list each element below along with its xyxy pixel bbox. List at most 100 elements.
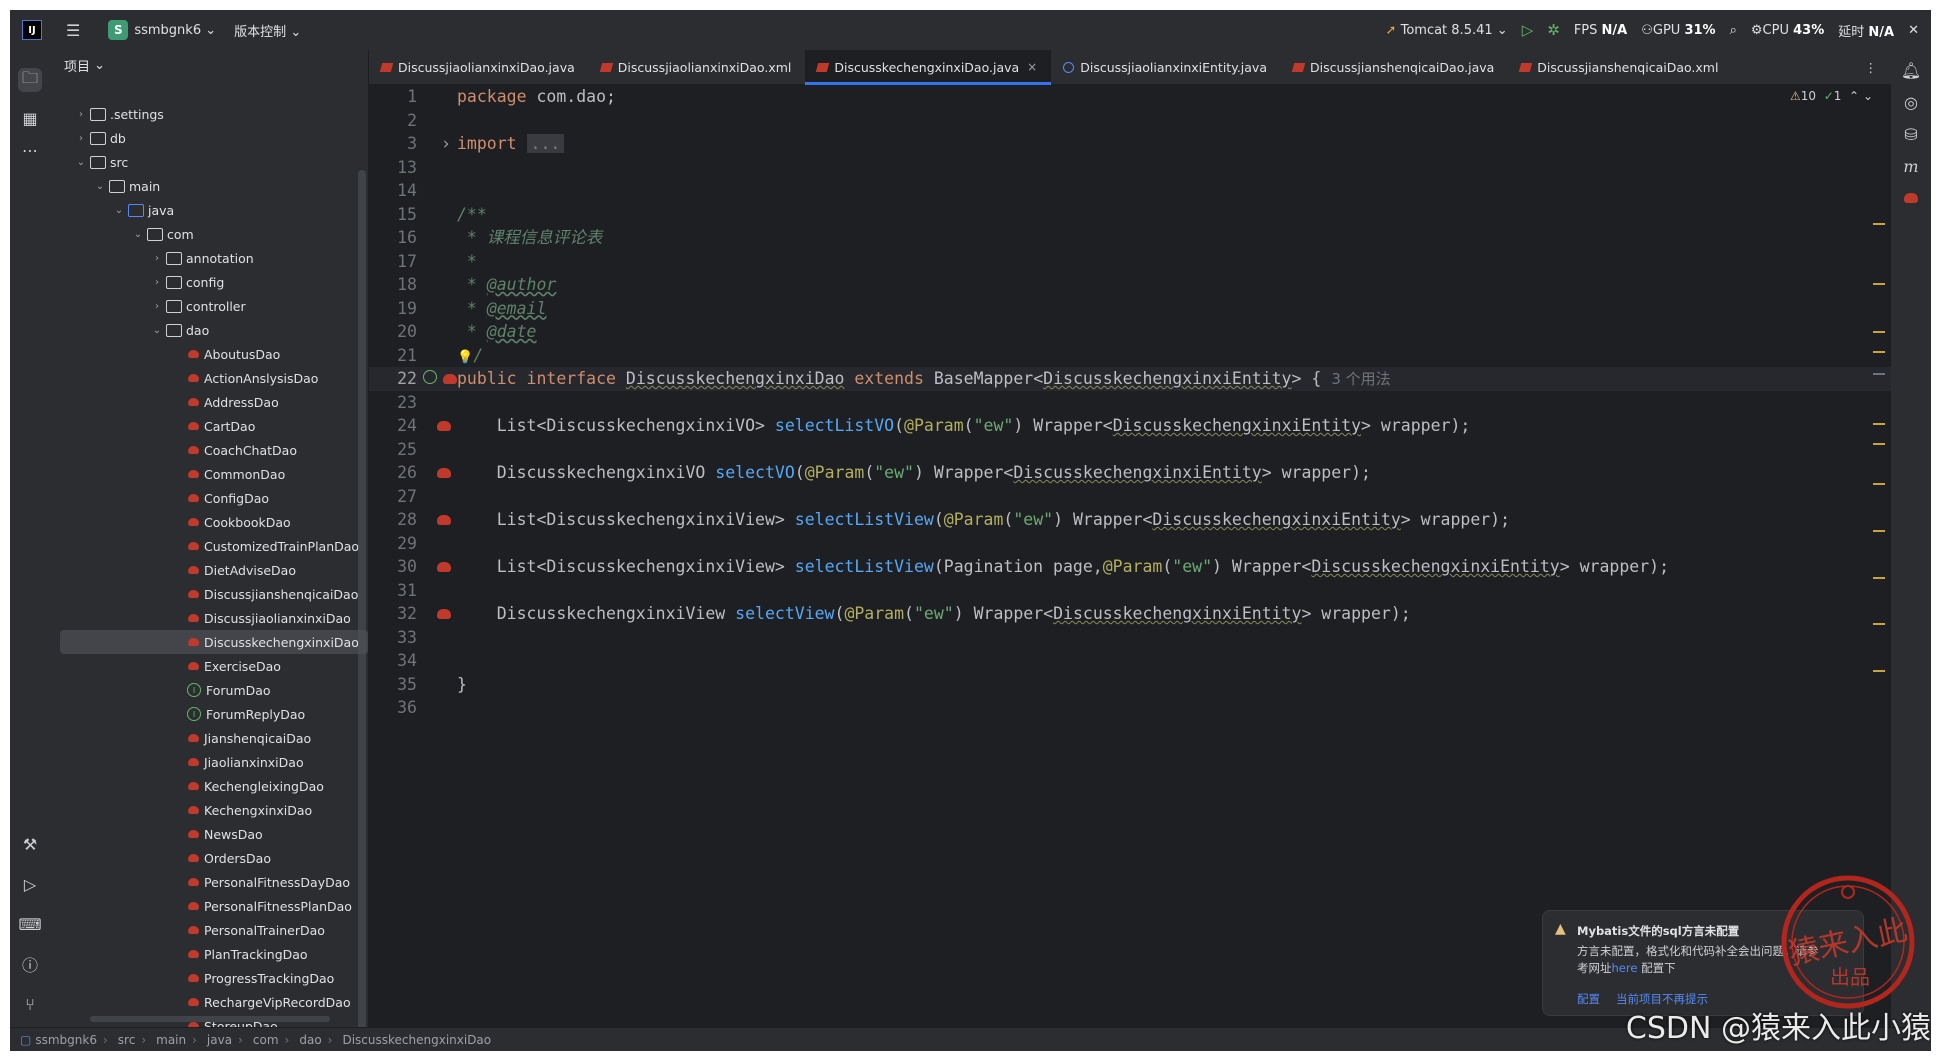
code-line[interactable]: 30 List<DiscusskechengxinxiView> selectL… bbox=[369, 555, 1891, 579]
breadcrumb-item[interactable]: java bbox=[207, 1033, 232, 1047]
build-hammer-icon[interactable]: ⚒ bbox=[18, 832, 42, 856]
line-number[interactable]: 30 bbox=[369, 555, 417, 579]
chevron-right-icon[interactable]: › bbox=[150, 253, 164, 264]
line-number[interactable]: 1 bbox=[369, 85, 417, 109]
line-number[interactable]: 14 bbox=[369, 179, 417, 203]
code-line[interactable]: 14 bbox=[369, 179, 1891, 203]
project-badge[interactable]: S bbox=[108, 20, 129, 40]
breadcrumb-item[interactable]: src bbox=[118, 1033, 136, 1047]
chevron-down-icon[interactable]: ⌄ bbox=[150, 325, 164, 336]
tree-node[interactable]: DiscussjiaolianxinxiDao bbox=[50, 606, 368, 630]
line-number[interactable]: 18 bbox=[369, 273, 417, 297]
code-line[interactable]: 21 💡/ bbox=[369, 344, 1891, 368]
code-line[interactable]: 3 › import ... bbox=[369, 132, 1891, 156]
tree-node[interactable]: › annotation bbox=[50, 246, 368, 270]
code-line[interactable]: 13 bbox=[369, 156, 1891, 180]
error-stripe-mark[interactable] bbox=[1873, 670, 1885, 672]
error-stripe-mark[interactable] bbox=[1873, 623, 1885, 625]
code-line[interactable]: 32 DiscusskechengxinxiView selectView(@P… bbox=[369, 602, 1891, 626]
tree-node[interactable]: ActionAnslysisDao bbox=[50, 366, 368, 390]
more-tabs-icon[interactable]: ⋮ bbox=[1865, 60, 1878, 75]
chevron-right-icon[interactable]: › bbox=[150, 277, 164, 288]
project-folder-icon[interactable]: 🗀 bbox=[18, 68, 42, 92]
tree-node[interactable]: PersonalFitnessPlanDao bbox=[50, 894, 368, 918]
line-number[interactable]: 27 bbox=[369, 485, 417, 509]
error-stripe-mark[interactable] bbox=[1873, 373, 1885, 375]
line-number[interactable]: 28 bbox=[369, 508, 417, 532]
tree-node[interactable]: ⌄ java bbox=[50, 198, 368, 222]
database-icon[interactable]: ⛁ bbox=[1899, 122, 1923, 146]
tree-node[interactable]: DietAdviseDao bbox=[50, 558, 368, 582]
run-config-selector[interactable]: ➚ Tomcat 8.5.41 ⌄ bbox=[1386, 23, 1508, 38]
tree-node[interactable]: CoachChatDao bbox=[50, 438, 368, 462]
code-line[interactable]: 36 bbox=[369, 696, 1891, 720]
git-icon[interactable]: ⑂ bbox=[18, 992, 42, 1016]
tree-node[interactable]: ⌄ main bbox=[50, 174, 368, 198]
tree-node[interactable]: ExerciseDao bbox=[50, 654, 368, 678]
breadcrumb-item[interactable]: dao bbox=[299, 1033, 321, 1047]
editor-tab[interactable]: DiscussjiaolianxinxiDao.java bbox=[369, 50, 589, 84]
code-line[interactable]: 35} bbox=[369, 673, 1891, 697]
tree-node[interactable]: ProgressTrackingDao bbox=[50, 966, 368, 990]
error-stripe-mark[interactable] bbox=[1873, 283, 1885, 285]
tree-node[interactable]: JianshenqicaiDao bbox=[50, 726, 368, 750]
error-stripe-mark[interactable] bbox=[1873, 443, 1885, 445]
code-line[interactable]: 19 * @email bbox=[369, 297, 1891, 321]
error-stripe-mark[interactable] bbox=[1873, 423, 1885, 425]
chevron-down-icon[interactable]: ⌄ bbox=[93, 181, 107, 192]
breadcrumb-item[interactable]: ssmbgnk6 bbox=[35, 1033, 97, 1047]
line-number[interactable]: 15 bbox=[369, 203, 417, 227]
project-switcher[interactable]: ssmbgnk6 ⌄ bbox=[134, 23, 216, 38]
line-number[interactable]: 17 bbox=[369, 250, 417, 274]
structure-icon[interactable]: ▦ bbox=[18, 106, 42, 130]
error-stripe-mark[interactable] bbox=[1873, 530, 1885, 532]
ai-assistant-icon[interactable]: ◎ bbox=[1899, 90, 1923, 114]
line-number[interactable]: 20 bbox=[369, 320, 417, 344]
tree-node[interactable]: ⌄ src bbox=[50, 150, 368, 174]
tree-node[interactable]: RechargeVipRecordDao bbox=[50, 990, 368, 1014]
tree-node[interactable]: ⌄ dao bbox=[50, 318, 368, 342]
debug-icon[interactable]: ✲ bbox=[1547, 21, 1560, 39]
chevron-down-icon[interactable]: ⌄ bbox=[131, 229, 145, 240]
tree-node[interactable]: KechengleixingDao bbox=[50, 774, 368, 798]
vcs-menu[interactable]: 版本控制 ⌄ bbox=[234, 21, 301, 40]
tree-horizontal-scrollbar[interactable] bbox=[90, 1016, 330, 1022]
code-line[interactable]: 20 * @date bbox=[369, 320, 1891, 344]
error-stripe-mark[interactable] bbox=[1873, 577, 1885, 579]
tree-node[interactable]: › .settings bbox=[50, 102, 368, 126]
tree-node[interactable]: CommonDao bbox=[50, 462, 368, 486]
close-tab-icon[interactable]: × bbox=[1027, 60, 1037, 74]
line-number[interactable]: 32 bbox=[369, 602, 417, 626]
line-number[interactable]: 33 bbox=[369, 626, 417, 650]
editor-tab[interactable]: DiscussjiaolianxinxiDao.xml bbox=[589, 50, 806, 84]
editor-tab[interactable]: DiscussjiaolianxinxiEntity.java bbox=[1051, 50, 1281, 84]
code-line[interactable]: 24 List<DiscusskechengxinxiVO> selectLis… bbox=[369, 414, 1891, 438]
code-line[interactable]: 23 bbox=[369, 391, 1891, 415]
code-line[interactable]: 27 bbox=[369, 485, 1891, 509]
tree-node[interactable]: OrdersDao bbox=[50, 846, 368, 870]
line-number[interactable]: 29 bbox=[369, 532, 417, 556]
terminal-icon[interactable]: ⌨ bbox=[18, 912, 42, 936]
tree-node[interactable]: ConfigDao bbox=[50, 486, 368, 510]
code-line[interactable]: 33 bbox=[369, 626, 1891, 650]
notifications-bell-icon[interactable]: 🔔︎ bbox=[1899, 58, 1923, 82]
tree-node[interactable]: DiscusskechengxinxiDao bbox=[60, 630, 368, 654]
line-number[interactable]: 19 bbox=[369, 297, 417, 321]
close-window-icon[interactable]: ✕ bbox=[1908, 23, 1919, 38]
editor-tab[interactable]: DiscusskechengxinxiDao.java × bbox=[805, 50, 1052, 85]
line-number[interactable]: 21 bbox=[369, 344, 417, 368]
chevron-down-icon[interactable]: ⌄ bbox=[112, 205, 126, 216]
line-number[interactable]: 16 bbox=[369, 226, 417, 250]
code-line[interactable]: 17 * bbox=[369, 250, 1891, 274]
tree-node[interactable]: CustomizedTrainPlanDao bbox=[50, 534, 368, 558]
search-icon[interactable]: ⌕ bbox=[1730, 23, 1737, 38]
notification-here-link[interactable]: here bbox=[1612, 961, 1638, 975]
intellij-logo-icon[interactable]: IJ bbox=[22, 20, 42, 40]
line-number[interactable]: 31 bbox=[369, 579, 417, 603]
problems-icon[interactable]: ⓘ bbox=[18, 952, 42, 976]
tree-node[interactable]: PlanTrackingDao bbox=[50, 942, 368, 966]
run-icon[interactable]: ▷ bbox=[1522, 21, 1534, 39]
line-number[interactable]: 25 bbox=[369, 438, 417, 462]
tree-node[interactable]: KechengxinxiDao bbox=[50, 798, 368, 822]
code-line[interactable]: 31 bbox=[369, 579, 1891, 603]
